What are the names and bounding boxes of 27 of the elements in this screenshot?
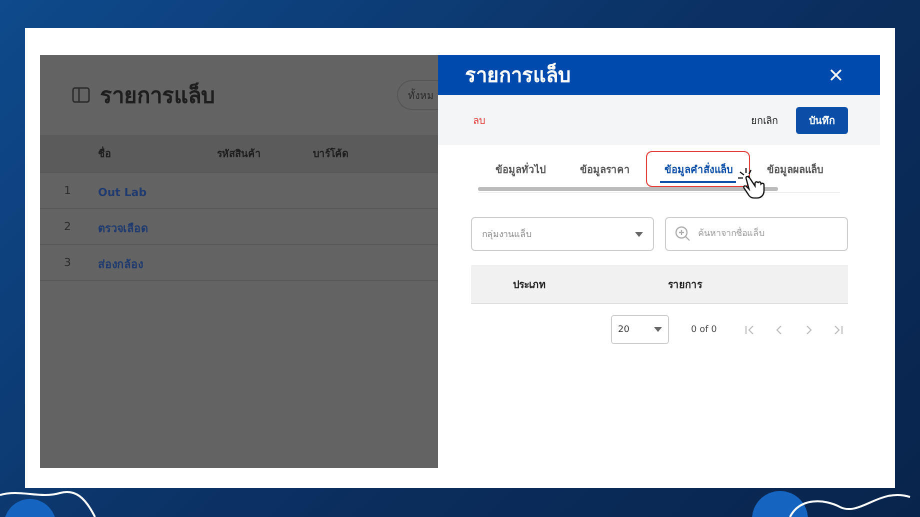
column-header: ประเภท <box>513 278 547 292</box>
row-number: 2 <box>63 220 72 233</box>
delete-button[interactable]: ลบ <box>473 112 485 128</box>
tab[interactable]: ข้อมูลผลแล็บ <box>762 158 827 182</box>
lab-group-select[interactable]: กลุ่มงานแล็บ <box>471 217 654 251</box>
row-number: 3 <box>63 256 72 269</box>
tab[interactable]: ข้อมูลราคา <box>576 158 634 182</box>
tab[interactable]: ข้อมูลทั่วไป <box>491 158 550 182</box>
sidebar-toggle-icon[interactable] <box>72 87 90 103</box>
caret-icon <box>635 232 643 236</box>
close-icon[interactable] <box>830 69 842 81</box>
tab[interactable]: ข้อมูลคำสั่งแล็บ <box>660 158 736 182</box>
column-header: ชื่อ <box>98 146 217 161</box>
column-header: รายการ <box>668 278 704 292</box>
cancel-button[interactable]: ยกเลิก <box>751 112 778 128</box>
page-size-select[interactable]: 20 <box>611 315 669 344</box>
search-field[interactable]: ค้นหาจากชื่อแล็บ <box>665 217 848 251</box>
caret-icon <box>654 327 662 332</box>
column-header: บาร์โค้ด <box>313 146 349 161</box>
save-button[interactable]: บันทึก <box>796 106 848 134</box>
row-number: 1 <box>63 184 72 197</box>
zoom-in-icon <box>675 226 690 241</box>
drawer-title: รายการแล็บ <box>465 62 571 89</box>
column-header: รหัสสินค้า <box>217 147 262 161</box>
page-title: รายการแล็บ <box>100 81 216 110</box>
page-range: 0 of 0 <box>691 324 717 334</box>
scrollbar-thumb[interactable] <box>478 187 778 191</box>
